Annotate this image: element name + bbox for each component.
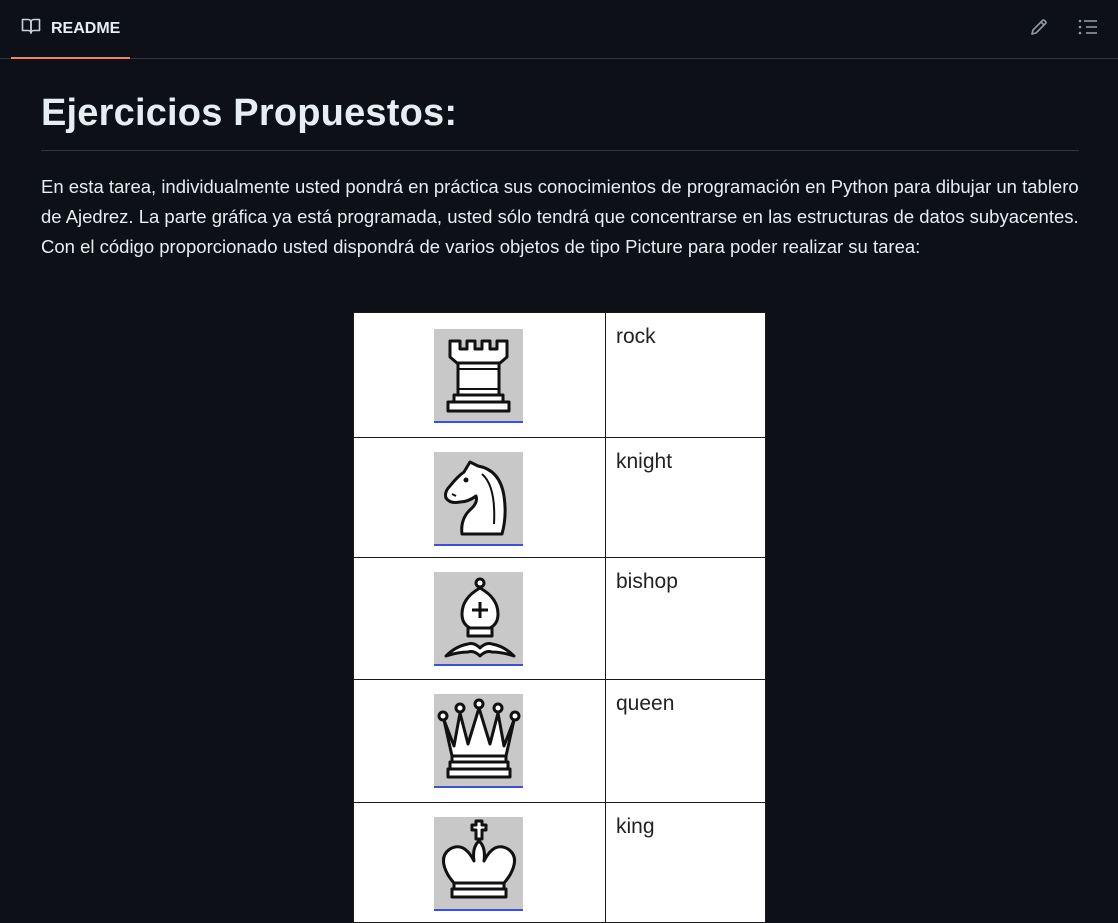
tab-readme[interactable]: README [11, 0, 130, 59]
book-icon [21, 17, 41, 40]
pencil-icon [1029, 17, 1049, 42]
table-row: bishop [353, 557, 766, 680]
heading-divider [41, 150, 1079, 151]
chess-pieces-table: rock knight bishop queen king [353, 312, 766, 923]
edit-file-button[interactable] [1027, 17, 1051, 41]
page-title: Ejercicios Propuestos: [41, 92, 458, 134]
table-row: rock [353, 312, 766, 438]
tab-readme-label: README [51, 19, 121, 37]
queen-icon [434, 694, 523, 788]
bishop-icon [434, 572, 523, 666]
table-row: king [353, 802, 766, 923]
piece-name: king [605, 802, 766, 923]
piece-image-cell [353, 312, 606, 438]
piece-name: rock [605, 312, 766, 438]
piece-image-cell [353, 679, 606, 803]
knight-icon [434, 452, 523, 546]
outline-button[interactable] [1076, 17, 1100, 41]
table-row: queen [353, 679, 766, 803]
piece-image-cell [353, 437, 606, 558]
piece-image-cell [353, 802, 606, 923]
rook-icon [434, 329, 523, 423]
piece-name: knight [605, 437, 766, 558]
table-row: knight [353, 437, 766, 558]
piece-name: queen [605, 679, 766, 803]
intro-paragraph: En esta tarea, individualmente usted pon… [41, 176, 1079, 257]
king-icon [434, 817, 523, 911]
list-icon [1077, 17, 1099, 42]
readme-header: README [0, 0, 1118, 59]
piece-name: bishop [605, 557, 766, 680]
piece-image-cell [353, 557, 606, 680]
